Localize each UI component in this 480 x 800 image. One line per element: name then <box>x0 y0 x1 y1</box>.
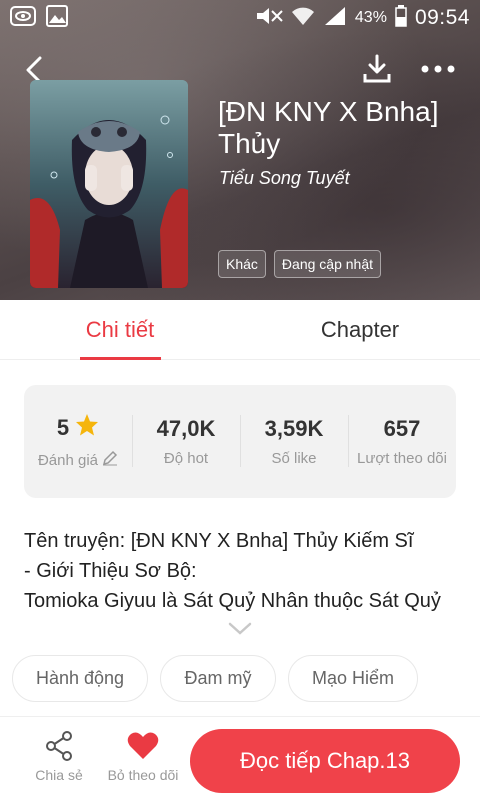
stat-hot: 47,0K Độ hot <box>132 385 240 498</box>
tab-chapter[interactable]: Chapter <box>300 300 420 360</box>
rating-value: 5 <box>56 414 70 440</box>
genre-chip[interactable]: Hành động <box>12 655 148 702</box>
book-description: Tên truyện: [ĐN KNY X Bnha] Thủy Kiếm Sĩ… <box>24 526 460 616</box>
bottom-action-bar: Chia sẻ Bỏ theo dõi Đọc tiếp Chap.13 <box>0 716 480 800</box>
chevron-down-icon <box>228 622 252 635</box>
tab-bar: Chi tiết Chapter <box>0 300 480 360</box>
genre-chip[interactable]: Mạo Hiểm <box>288 655 418 702</box>
gallery-icon <box>46 4 68 32</box>
stat-likes: 3,59K Số like <box>240 385 348 498</box>
stats-panel: 5 Đánh giá 47,0K Độ hot 3,59K Số like 65… <box>24 385 456 498</box>
share-label: Chia sẻ <box>35 767 83 783</box>
heart-icon <box>127 732 159 759</box>
notification-icon <box>10 5 36 32</box>
star-icon <box>75 413 99 442</box>
description-line: Tên truyện: [ĐN KNY X Bnha] Thủy Kiếm Sĩ <box>24 530 414 552</box>
battery-icon <box>395 4 407 32</box>
book-header: 43% 09:54 [ĐN KNY X Bnha] Thủy Tiểu Song… <box>0 0 480 300</box>
clock: 09:54 <box>414 6 470 29</box>
more-options-button[interactable] <box>418 50 458 88</box>
followers-label: Lượt theo dõi <box>357 450 447 467</box>
rating-label: Đánh giá <box>37 451 99 469</box>
likes-value: 3,59K <box>264 416 324 441</box>
mute-icon <box>255 6 283 31</box>
genre-chip[interactable]: Đam mỹ <box>160 655 276 702</box>
status-bar: 43% 09:54 <box>0 0 480 36</box>
description-line: Tomioka Giyuu là Sát Quỷ Nhân thuộc Sát … <box>24 590 441 612</box>
wifi-icon <box>291 6 315 31</box>
edit-pencil-icon[interactable] <box>102 450 118 470</box>
battery-percent: 43% <box>354 9 387 26</box>
stat-rating[interactable]: 5 Đánh giá <box>24 385 132 498</box>
continue-reading-button[interactable]: Đọc tiếp Chap.13 <box>190 729 460 793</box>
expand-description-button[interactable] <box>226 620 254 638</box>
unfollow-label: Bỏ theo dõi <box>107 767 179 783</box>
hot-label: Độ hot <box>163 450 209 467</box>
tag-status: Đang cập nhật <box>273 250 381 278</box>
book-tags: Khác Đang cập nhật <box>218 250 381 278</box>
more-dots-icon <box>421 65 455 73</box>
book-title: [ĐN KNY X Bnha] Thủy <box>218 96 439 159</box>
genre-chips: Hành động Đam mỹ Mạo Hiểm <box>12 655 418 702</box>
signal-icon <box>323 6 347 31</box>
download-icon <box>363 54 391 83</box>
description-line: - Giới Thiệu Sơ Bộ: <box>24 560 197 582</box>
hot-value: 47,0K <box>156 416 216 441</box>
book-cover[interactable] <box>30 80 188 288</box>
download-button[interactable] <box>358 50 396 88</box>
likes-label: Số like <box>271 450 317 467</box>
tag-category[interactable]: Khác <box>218 250 266 278</box>
share-button[interactable]: Chia sẻ <box>28 731 90 783</box>
tab-details[interactable]: Chi tiết <box>60 300 180 360</box>
followers-value: 657 <box>383 416 421 441</box>
stat-followers: 657 Lượt theo dõi <box>348 385 456 498</box>
share-icon <box>46 731 72 761</box>
active-tab-indicator <box>80 357 161 360</box>
book-author[interactable]: Tiểu Song Tuyết <box>219 168 350 189</box>
unfollow-button[interactable]: Bỏ theo dõi <box>100 731 186 783</box>
